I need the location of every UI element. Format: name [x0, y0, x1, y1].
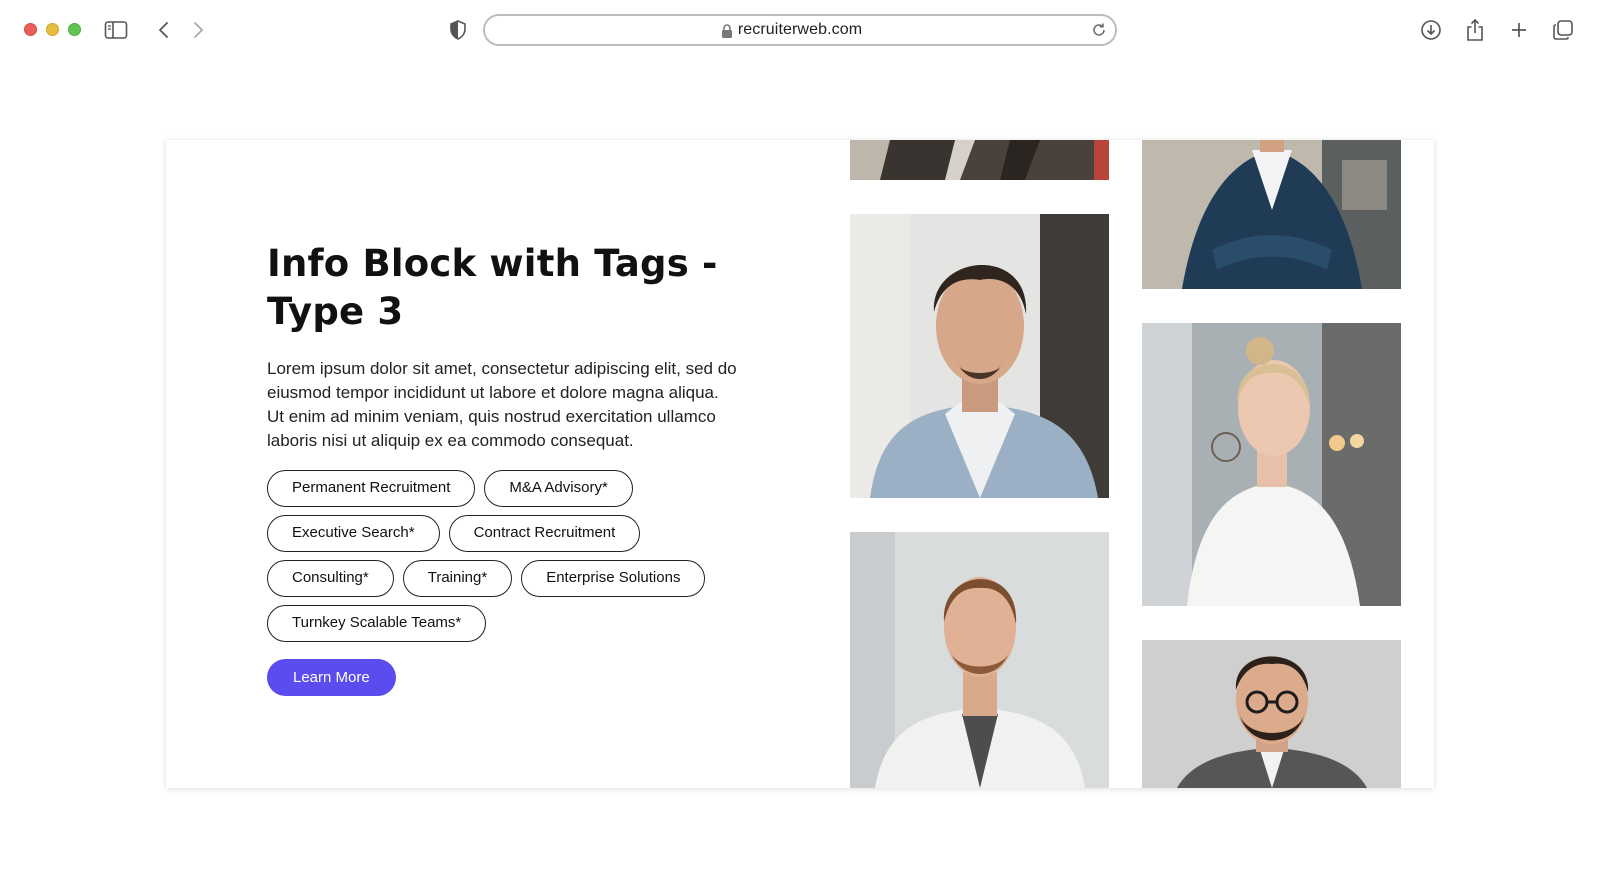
close-window-button[interactable] [24, 23, 37, 36]
tag-list: Permanent Recruitment M&A Advisory* Exec… [267, 470, 747, 650]
team-photo-6 [1142, 640, 1401, 788]
forward-icon[interactable] [184, 16, 212, 44]
downloads-icon[interactable] [1417, 16, 1445, 44]
info-block-description: Lorem ipsum dolor sit amet, consectetur … [267, 359, 737, 450]
tag-turnkey-scalable-teams[interactable]: Turnkey Scalable Teams* [267, 605, 487, 642]
team-photo-1 [850, 140, 1109, 180]
new-tab-icon[interactable] [1505, 16, 1533, 44]
tab-overview-icon[interactable] [1549, 16, 1577, 44]
privacy-shield-icon[interactable] [444, 16, 472, 44]
reload-icon[interactable] [1091, 22, 1107, 43]
tag-enterprise-solutions[interactable]: Enterprise Solutions [521, 560, 706, 597]
info-block-card: Info Block with Tags - Type 3 Lorem ipsu… [166, 140, 1434, 788]
address-bar[interactable]: recruiterweb.com [483, 14, 1117, 46]
info-block-content: Info Block with Tags - Type 3 Lorem ipsu… [267, 240, 747, 696]
tag-executive-search[interactable]: Executive Search* [267, 515, 440, 552]
sidebar-toggle-icon[interactable] [102, 16, 130, 44]
title-line-1: Info Block with Tags - [267, 242, 718, 285]
share-icon[interactable] [1461, 16, 1489, 44]
team-photo-3 [850, 532, 1109, 788]
url-text: recruiterweb.com [737, 21, 863, 38]
minimize-window-button[interactable] [46, 23, 59, 36]
team-photo-4 [1142, 140, 1401, 289]
browser-toolbar: recruiterweb.com [0, 0, 1600, 58]
tag-training[interactable]: Training* [402, 560, 513, 597]
tag-ma-advisory[interactable]: M&A Advisory* [484, 470, 633, 507]
learn-more-button[interactable]: Learn More [267, 659, 396, 696]
team-photo-5 [1142, 323, 1401, 606]
info-block-title: Info Block with Tags - Type 3 [267, 240, 747, 336]
back-icon[interactable] [150, 16, 178, 44]
maximize-window-button[interactable] [68, 23, 81, 36]
tag-contract-recruitment[interactable]: Contract Recruitment [448, 515, 641, 552]
title-line-2: Type 3 [267, 290, 404, 333]
tag-consulting[interactable]: Consulting* [267, 560, 394, 597]
team-photo-2 [850, 214, 1109, 498]
tag-permanent-recruitment[interactable]: Permanent Recruitment [267, 470, 476, 507]
